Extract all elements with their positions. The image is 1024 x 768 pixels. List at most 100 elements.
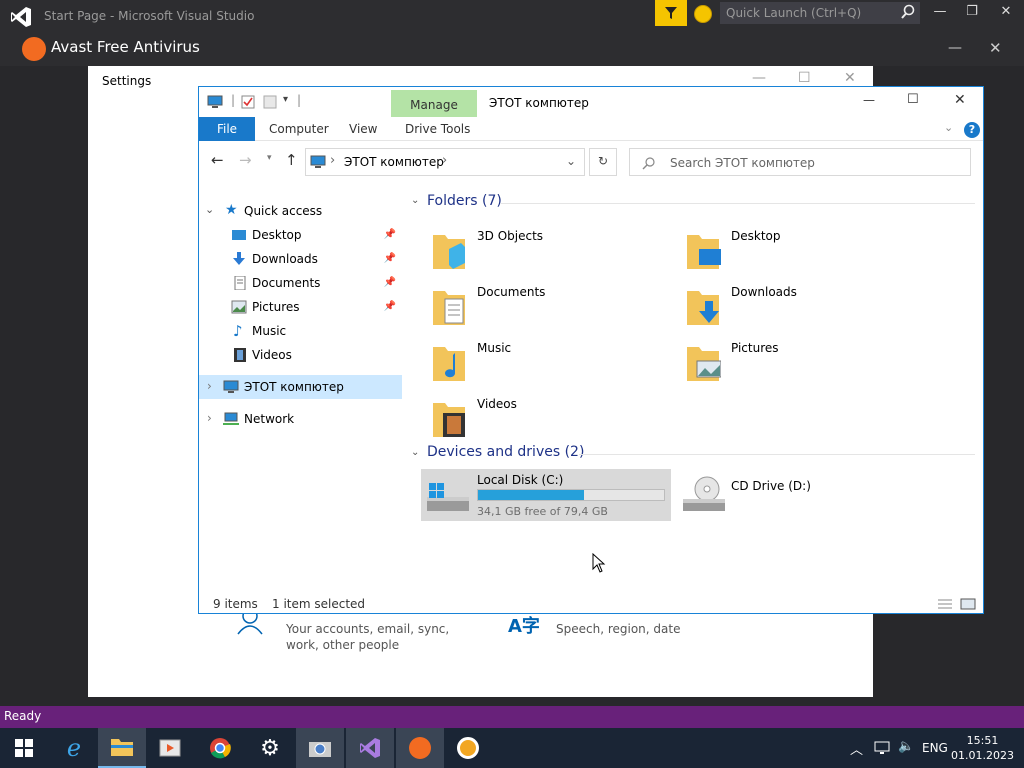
file-explorer-window: | ▾ | Manage ЭТОТ компютер — ☐ ✕ File Co…: [198, 86, 984, 614]
up-arrow-icon[interactable]: ↑: [285, 151, 298, 169]
quick-launch-input[interactable]: Quick Launch (Ctrl+Q): [720, 2, 920, 24]
vs-status-bar: Ready: [0, 706, 1024, 728]
search-input[interactable]: Search ЭТОТ компютер: [629, 148, 971, 176]
folder-name: Videos: [477, 397, 517, 411]
explorer-window-title: ЭТОТ компютер: [489, 96, 589, 110]
explorer-title-bar: | ▾ | Manage ЭТОТ компютер — ☐ ✕: [199, 87, 983, 118]
vs-minimize-button[interactable]: —: [926, 4, 954, 24]
help-icon[interactable]: ?: [964, 122, 980, 138]
taskbar-chrome[interactable]: [196, 728, 244, 768]
explorer-maximize-button[interactable]: ☐: [907, 92, 919, 107]
folder-music[interactable]: Music: [421, 335, 661, 387]
expand-chevron-icon[interactable]: ›: [207, 411, 212, 425]
vs-close-button[interactable]: ✕: [992, 4, 1020, 24]
tab-file[interactable]: File: [199, 117, 255, 141]
explorer-close-button[interactable]: ✕: [954, 92, 966, 108]
avast-minimize-button[interactable]: —: [948, 40, 962, 56]
folder-videos[interactable]: Videos: [421, 391, 661, 443]
expand-chevron-icon[interactable]: ⌄: [205, 203, 214, 216]
show-hidden-icons-chevron-icon[interactable]: ︿: [850, 739, 863, 758]
videos-folder-icon: [433, 403, 465, 437]
clock-date: 01.01.2023: [951, 749, 1014, 762]
send-feedback-smiley-icon[interactable]: [694, 5, 712, 23]
forward-arrow-icon[interactable]: →: [239, 151, 252, 169]
large-icons-view-icon[interactable]: [960, 598, 976, 610]
settings-minimize-button[interactable]: —: [752, 70, 766, 86]
folders-group-header[interactable]: Folders (7): [427, 193, 502, 209]
recent-locations-chevron-icon[interactable]: ▾: [267, 153, 272, 163]
new-folder-icon[interactable]: [263, 95, 277, 109]
folder-documents[interactable]: Documents: [421, 279, 661, 331]
pin-icon[interactable]: 📌: [384, 301, 396, 312]
taskbar-internet-explorer[interactable]: e: [50, 728, 98, 768]
drive-cd-d[interactable]: CD Drive (D:): [677, 469, 917, 521]
folder-3d-objects[interactable]: 3D Objects: [421, 223, 661, 275]
explorer-minimize-button[interactable]: —: [863, 93, 875, 107]
tab-view[interactable]: View: [349, 122, 377, 136]
address-bar[interactable]: › ЭТОТ компютер › ⌄: [305, 148, 585, 176]
search-icon: [642, 157, 655, 170]
avast-window-title: Avast Free Antivirus: [51, 38, 200, 56]
tab-computer[interactable]: Computer: [269, 122, 329, 136]
network-icon: [223, 412, 239, 425]
taskbar-visual-studio[interactable]: [346, 728, 394, 768]
nav-item-pictures[interactable]: Pictures 📌: [199, 295, 402, 319]
vs-restore-button[interactable]: ❐: [958, 4, 986, 24]
address-dropdown-icon[interactable]: ⌄: [566, 154, 576, 168]
taskbar-settings[interactable]: ⚙: [246, 728, 294, 768]
nav-item-downloads[interactable]: Downloads 📌: [199, 247, 402, 271]
accounts-icon[interactable]: [235, 612, 265, 636]
folder-desktop[interactable]: Desktop: [675, 223, 915, 275]
network-status-icon[interactable]: [874, 741, 890, 755]
start-button[interactable]: [0, 728, 48, 768]
tab-drive-tools[interactable]: Drive Tools: [405, 122, 470, 136]
pin-icon[interactable]: 📌: [384, 229, 396, 240]
star-icon: ★: [225, 202, 238, 218]
qat-customize-icon[interactable]: ▾: [283, 94, 288, 105]
collapse-group-icon[interactable]: ⌄: [411, 447, 419, 458]
nav-quick-access[interactable]: ⌄ ★ Quick access: [199, 199, 402, 223]
qat-divider: |: [231, 93, 236, 107]
refresh-button[interactable]: ↻: [589, 148, 617, 176]
devices-group-header[interactable]: Devices and drives (2): [427, 444, 584, 460]
nav-item-network[interactable]: › Network: [199, 407, 402, 431]
ribbon-expand-chevron-icon[interactable]: ⌄: [944, 121, 953, 134]
nav-item-desktop[interactable]: Desktop 📌: [199, 223, 402, 247]
pin-icon[interactable]: 📌: [384, 253, 396, 264]
breadcrumb-separator-icon[interactable]: ›: [330, 153, 335, 168]
breadcrumb-separator-icon[interactable]: ›: [442, 153, 447, 168]
back-arrow-icon[interactable]: ←: [211, 151, 224, 169]
taskbar-media-player[interactable]: [146, 728, 194, 768]
details-view-icon[interactable]: [937, 598, 953, 610]
taskbar-screenshot-tool[interactable]: [296, 728, 344, 768]
secure-browser-icon: [457, 737, 479, 759]
settings-close-button[interactable]: ✕: [844, 70, 856, 86]
qat-divider: |: [297, 93, 302, 107]
clock[interactable]: 15:51 01.01.2023: [951, 733, 1014, 763]
nav-item-music[interactable]: ♪ Music: [199, 319, 402, 343]
taskbar-avast[interactable]: [396, 728, 444, 768]
drive-local-disk-c[interactable]: Local Disk (C:) 34,1 GB free of 79,4 GB: [421, 469, 671, 521]
collapse-group-icon[interactable]: ⌄: [411, 195, 419, 206]
pin-icon[interactable]: 📌: [384, 277, 396, 288]
feedback-filter-icon[interactable]: [655, 0, 687, 26]
folder-name: Pictures: [731, 341, 779, 355]
taskbar-file-explorer[interactable]: [98, 728, 146, 768]
folder-downloads[interactable]: Downloads: [675, 279, 915, 331]
nav-label: Downloads: [252, 252, 318, 266]
nav-item-documents[interactable]: Documents 📌: [199, 271, 402, 295]
breadcrumb-this-pc[interactable]: ЭТОТ компютер: [344, 155, 444, 169]
nav-item-videos[interactable]: Videos: [199, 343, 402, 367]
input-language-indicator[interactable]: ENG: [922, 741, 948, 755]
tab-manage[interactable]: Manage: [391, 90, 477, 118]
time-language-icon[interactable]: A字: [508, 612, 540, 638]
nav-item-this-pc[interactable]: › ЭТОТ компютер: [199, 375, 402, 399]
nav-label: ЭТОТ компютер: [244, 380, 344, 394]
settings-maximize-button[interactable]: ☐: [798, 70, 811, 86]
avast-close-button[interactable]: ✕: [989, 39, 1002, 57]
properties-icon[interactable]: [241, 95, 255, 109]
folder-pictures[interactable]: Pictures: [675, 335, 915, 387]
expand-chevron-icon[interactable]: ›: [207, 379, 212, 393]
taskbar-avast-secure-browser[interactable]: [444, 728, 492, 768]
volume-icon[interactable]: 🔈: [898, 739, 914, 754]
